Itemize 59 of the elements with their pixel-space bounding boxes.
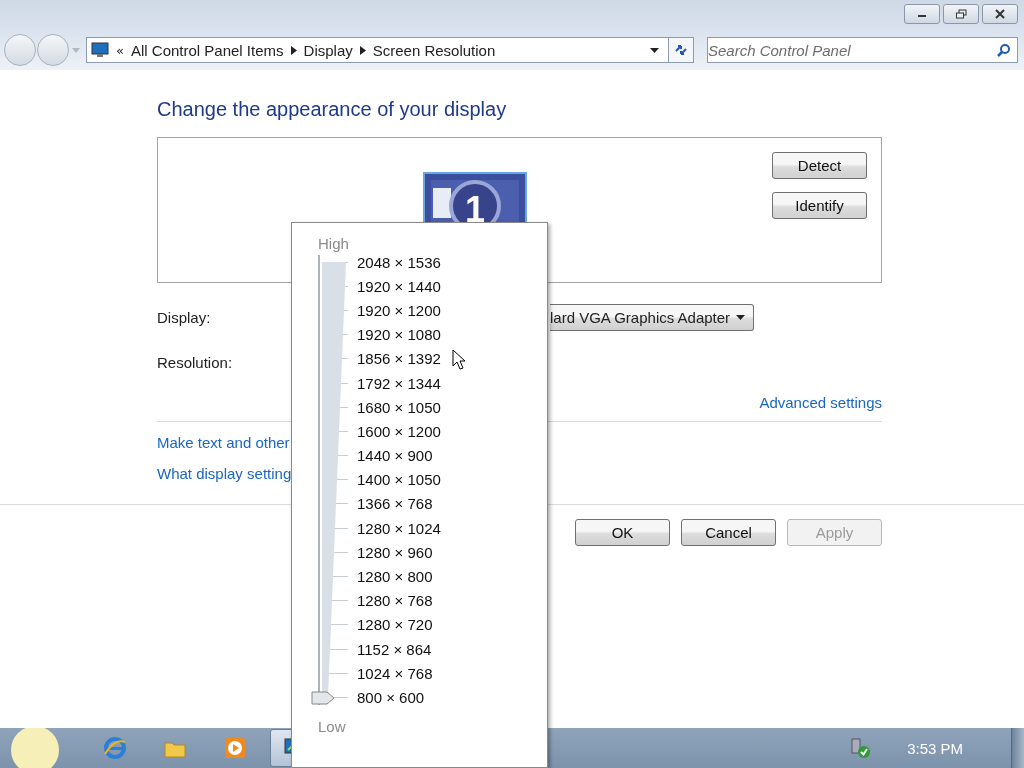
dropdown-arrow-icon <box>736 314 745 320</box>
search-icon[interactable] <box>997 43 1011 57</box>
side-button[interactable]: Identify <box>772 192 867 219</box>
network-icon[interactable] <box>849 737 872 759</box>
high-label: High <box>318 235 349 252</box>
refresh-button[interactable] <box>668 38 693 62</box>
dialog-button[interactable]: OK <box>575 519 670 546</box>
chevron-right-icon[interactable] <box>359 45 366 55</box>
help-link[interactable]: Make text and other <box>157 434 290 451</box>
resolution-option[interactable]: 1920 × 1200 <box>357 301 441 319</box>
resolution-option[interactable]: 1280 × 800 <box>357 568 433 586</box>
search-field[interactable]: Search Control Panel <box>707 37 1018 63</box>
refresh-icon <box>673 43 689 57</box>
resolution-option[interactable]: 1400 × 1050 <box>357 471 441 489</box>
browser-icon <box>103 736 127 760</box>
resolution-option[interactable]: 800 × 600 <box>357 688 425 706</box>
resolution-option[interactable]: 1600 × 1200 <box>357 422 441 440</box>
close-icon <box>994 9 1006 19</box>
resolution-option[interactable]: 1920 × 1080 <box>357 326 441 344</box>
help-link[interactable]: What display setting <box>157 465 292 482</box>
mouse-cursor-icon <box>452 349 466 371</box>
restore-icon <box>955 9 967 19</box>
dialog-button[interactable]: Cancel <box>681 519 776 546</box>
resolution-option[interactable]: 1680 × 1050 <box>357 398 441 416</box>
start-button[interactable] <box>10 728 60 768</box>
breadcrumb[interactable]: All Control Panel Items <box>130 41 284 59</box>
resolution-option[interactable]: 1920 × 1440 <box>357 277 441 295</box>
monitor-icon <box>91 42 109 58</box>
show-desktop-button[interactable] <box>1011 728 1024 768</box>
resolution-label: Resolution: <box>157 353 233 371</box>
address-bar[interactable]: « All Control Panel Items Display Screen Resolution <box>86 37 694 63</box>
page-heading: Change the appearance of your display <box>157 98 508 121</box>
resolution-option[interactable]: 1440 × 900 <box>357 447 433 465</box>
resolution-option[interactable]: 1856 × 1392 <box>357 350 441 368</box>
display-dropdown[interactable]: lard VGA Graphics Adapter <box>550 303 754 331</box>
close-button[interactable] <box>982 4 1018 24</box>
resolution-option[interactable]: 1280 × 720 <box>357 616 433 634</box>
side-button[interactable]: Detect <box>772 152 867 179</box>
resolution-option[interactable]: 1024 × 768 <box>357 664 433 682</box>
dropdown-arrow-icon[interactable] <box>650 47 659 53</box>
restore-button[interactable] <box>943 4 979 24</box>
breadcrumb[interactable]: Display <box>303 41 353 59</box>
resolution-option[interactable]: 2048 × 1536 <box>357 253 441 271</box>
breadcrumb[interactable]: Screen Resolution <box>372 41 496 59</box>
slider-thumb[interactable] <box>311 690 335 705</box>
media-player-icon <box>224 737 246 759</box>
resolution-option[interactable]: 1152 × 864 <box>357 640 432 658</box>
resolution-option[interactable]: 1366 × 768 <box>357 495 433 513</box>
display-label: Display: <box>157 308 211 326</box>
monitor-icon[interactable]: 1 <box>423 172 527 224</box>
overflow-chevron[interactable]: « <box>116 42 124 58</box>
advanced-settings-link[interactable]: Advanced settings <box>759 394 882 411</box>
low-label: Low <box>318 717 346 735</box>
minimize-button[interactable] <box>904 4 940 24</box>
resolution-option[interactable]: 1280 × 1024 <box>357 519 441 537</box>
chevron-right-icon[interactable] <box>290 45 297 55</box>
resolution-option[interactable]: 1280 × 960 <box>357 543 433 561</box>
resolution-option[interactable]: 1792 × 1344 <box>357 374 441 392</box>
resolution-option[interactable]: 1280 × 768 <box>357 592 433 610</box>
